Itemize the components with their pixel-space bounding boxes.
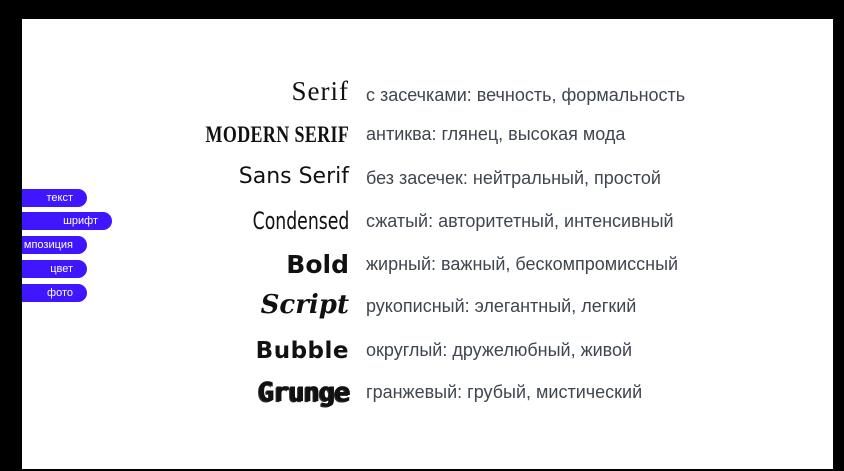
font-sample-bold: Bold [286,250,349,279]
font-sample-bubble: Bubble [255,338,349,364]
font-row-bold: Bold жирный: важный, бескомпромиссный [22,245,833,285]
font-sample-sans-serif: Sans Serif [238,164,349,189]
font-row-grunge: Grunge гранжевый: грубый, мистический [22,373,833,413]
font-sample-modern-serif: MODERN SERIF [205,122,349,147]
presentation-slide: текст шрифт мпозиция цвет фото Serif с з… [22,19,833,469]
font-sample-grunge: Grunge [257,377,350,408]
font-description-modern-serif: антиква: глянец, высокая мода [366,124,626,144]
font-description-serif: с засечками: вечность, формальность [366,85,686,105]
font-row-script: Script рукописный: элегантный, легкий [22,287,833,327]
font-sample-serif: Serif [291,76,349,106]
font-sample-condensed: Condensed [252,207,349,235]
font-description-sans-serif: без засечек: нейтральный, простой [366,168,661,188]
font-row-sans-serif: Sans Serif без засечек: нейтральный, про… [22,159,833,199]
font-row-serif: Serif с засечками: вечность, формальност… [22,75,833,115]
font-description-grunge: гранжевый: грубый, мистический [366,382,643,402]
font-description-script: рукописный: элегантный, легкий [366,296,637,316]
font-row-modern-serif: MODERN SERIF антиква: глянец, высокая мо… [22,117,833,157]
font-row-condensed: Condensed сжатый: авторитетный, интенсив… [22,202,833,242]
font-description-bold: жирный: важный, бескомпромиссный [366,254,679,274]
font-description-condensed: сжатый: авторитетный, интенсивный [366,211,674,231]
font-row-bubble: Bubble округлый: дружелюбный, живой [22,331,833,371]
font-sample-script: Script [260,290,349,320]
font-description-bubble: округлый: дружелюбный, живой [366,340,633,360]
